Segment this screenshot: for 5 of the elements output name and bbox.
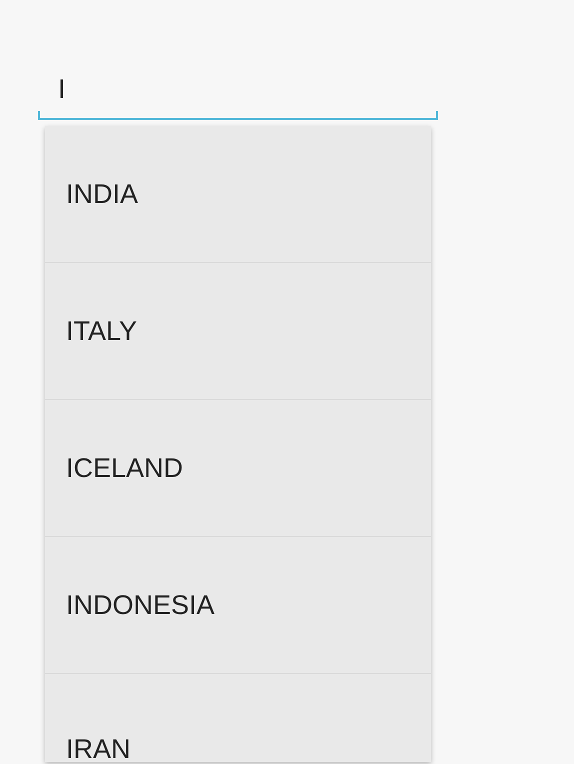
- suggestion-item[interactable]: IRAN: [45, 674, 431, 762]
- suggestion-item[interactable]: INDONESIA: [45, 537, 431, 674]
- suggestion-item[interactable]: INDIA: [45, 126, 431, 263]
- suggestion-item[interactable]: ICELAND: [45, 400, 431, 537]
- suggestion-item[interactable]: ITALY: [45, 263, 431, 400]
